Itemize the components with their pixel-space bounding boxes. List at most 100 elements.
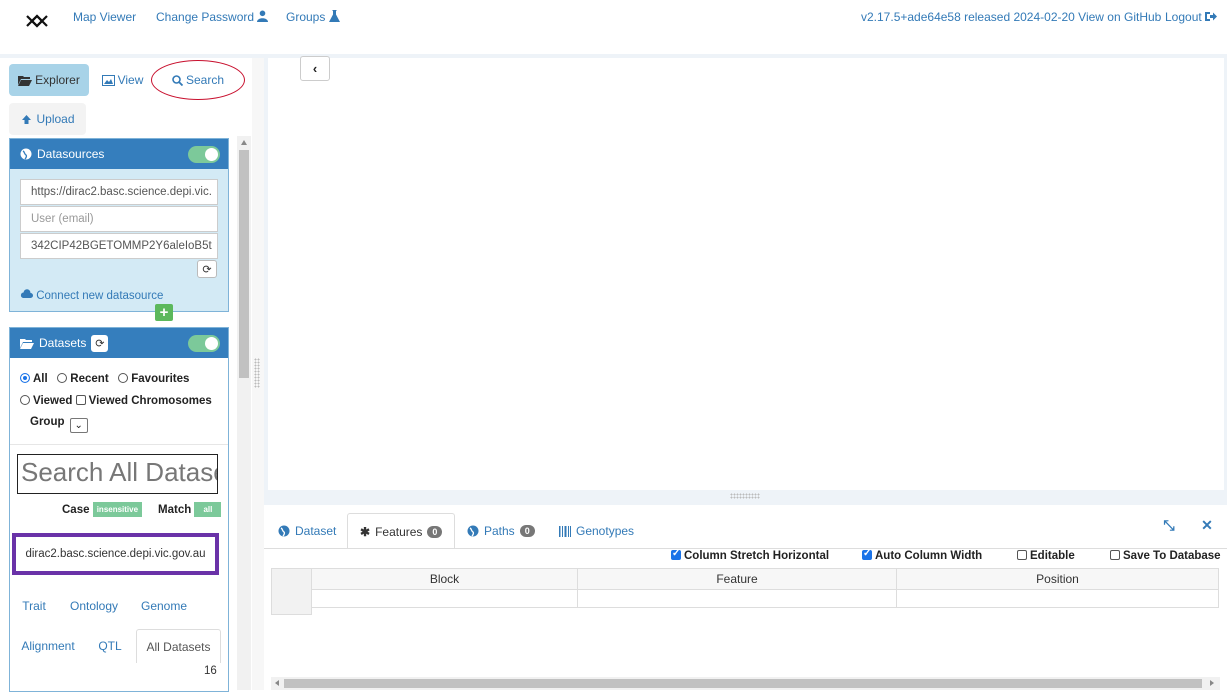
viewed-chromosomes-checkbox[interactable]: [75, 395, 86, 405]
left-panel: Explorer View Search Upload Datasources …: [0, 58, 252, 692]
scroll-right-arrow-icon[interactable]: [1210, 680, 1214, 686]
filter-recent-label: Recent: [70, 373, 109, 385]
datasource-user-field[interactable]: User (email): [20, 206, 218, 232]
column-header-feature[interactable]: Feature: [578, 568, 897, 590]
tab-view-label: View: [117, 73, 144, 87]
add-datasource-button[interactable]: +: [155, 304, 173, 321]
column-stretch-label: Column Stretch Horizontal: [684, 550, 830, 562]
nav-groups[interactable]: Groups: [286, 10, 340, 24]
scroll-left-arrow-icon[interactable]: [275, 680, 279, 686]
datasets-refresh-button[interactable]: ⟳: [91, 334, 109, 352]
filter-all-radio[interactable]: [20, 373, 30, 383]
subtab-all-datasets[interactable]: All Datasets: [136, 629, 221, 663]
option-auto-width: Auto Column Width: [862, 548, 982, 562]
nav-change-password[interactable]: Change Password: [156, 10, 269, 24]
left-splitter[interactable]: [252, 58, 264, 690]
user-icon: [257, 10, 269, 22]
nav-logout[interactable]: Logout: [1165, 10, 1218, 24]
globe-icon: [20, 148, 32, 160]
features-count-badge: 0: [427, 525, 443, 538]
datasets-panel: Datasets ⟳ All Recent Favourites Viewed …: [9, 327, 229, 692]
close-icon[interactable]: ✕: [1197, 515, 1217, 535]
tab-view[interactable]: View: [95, 64, 150, 96]
search-highlight-ellipse: [151, 60, 245, 100]
auto-width-checkbox[interactable]: [862, 548, 872, 560]
subtab-ontology[interactable]: Ontology: [65, 589, 123, 623]
group-row: Group ⌄: [30, 416, 88, 433]
version-link[interactable]: v2.17.5+ade64e58 released 2024-02-20 Vie…: [861, 10, 1161, 24]
case-toggle[interactable]: insensitive: [92, 502, 143, 517]
grid-horizontal-scrollbar[interactable]: [271, 677, 1220, 690]
filter-viewed-label: Viewed: [33, 395, 73, 407]
datasources-title: Datasources: [37, 147, 105, 161]
subtab-alignment[interactable]: Alignment: [13, 629, 83, 663]
save-db-checkbox[interactable]: [1110, 550, 1120, 560]
cloud-icon: [20, 289, 33, 298]
tab-paths[interactable]: Paths 0: [455, 513, 547, 549]
column-header-position[interactable]: Position: [897, 568, 1219, 590]
splitter-grip-icon: [254, 358, 260, 388]
tab-features-label: Features: [375, 524, 423, 539]
tab-upload[interactable]: Upload: [9, 103, 86, 135]
filter-all-label: All: [33, 373, 48, 385]
option-column-stretch: Column Stretch Horizontal: [671, 548, 830, 562]
nav-map-viewer[interactable]: Map Viewer: [73, 10, 136, 24]
filter-favourites-radio[interactable]: [118, 373, 129, 383]
tab-explorer[interactable]: Explorer: [9, 64, 89, 96]
column-stretch-checkbox[interactable]: [671, 548, 681, 560]
top-navbar: Map Viewer Change Password Groups v2.17.…: [0, 0, 1227, 36]
logout-icon: [1205, 12, 1218, 21]
collapse-left-panel-button[interactable]: ‹: [300, 56, 330, 81]
save-db-label: Save To Database: [1123, 550, 1221, 562]
datasource-refresh-button[interactable]: ⟳: [197, 260, 217, 278]
datasource-token-field[interactable]: 342CIP42BGETOMMP2Y6aleIoB5t: [20, 233, 218, 259]
datasource-url-field[interactable]: https://dirac2.basc.science.depi.vic.: [20, 179, 218, 205]
subtab-qtl[interactable]: QTL: [90, 629, 130, 663]
resize-panel-icon[interactable]: ⤡: [1159, 515, 1179, 535]
match-toggle[interactable]: all: [194, 502, 222, 517]
map-canvas[interactable]: [268, 58, 1224, 490]
subtab-genome[interactable]: Genome: [135, 589, 193, 623]
filter-recent-radio[interactable]: [57, 373, 68, 383]
datasets-toggle[interactable]: [188, 335, 220, 352]
tab-dataset-label: Dataset: [295, 524, 337, 538]
editable-checkbox[interactable]: [1017, 550, 1027, 560]
group-select[interactable]: ⌄: [69, 418, 88, 433]
scroll-up-arrow-icon[interactable]: [241, 140, 247, 145]
column-header-block[interactable]: Block: [312, 568, 578, 590]
datasources-header: Datasources: [10, 139, 228, 169]
connect-datasource-link[interactable]: Connect new datasource: [20, 289, 163, 302]
refresh-icon: ⟳: [202, 263, 212, 276]
datasources-panel: Datasources https://dirac2.basc.science.…: [9, 138, 229, 321]
filter-viewed-radio[interactable]: [20, 395, 30, 405]
groups-label: Groups: [286, 10, 326, 24]
left-scrollbar[interactable]: [237, 136, 251, 690]
tab-features[interactable]: ✱ Features 0: [347, 513, 456, 549]
tab-dataset[interactable]: Dataset: [266, 513, 348, 549]
subtab-trait[interactable]: Trait: [13, 589, 55, 623]
datasets-header: Datasets ⟳: [10, 328, 228, 358]
grid-cell[interactable]: [312, 590, 578, 608]
folder-open-icon: [18, 75, 33, 86]
datasources-toggle[interactable]: [188, 146, 220, 163]
flask-icon: [328, 10, 340, 22]
server-tab-highlighted[interactable]: dirac2.basc.science.depi.vic.gov.au: [12, 533, 219, 575]
grid-cell[interactable]: [578, 590, 897, 608]
horizontal-splitter-grip-icon[interactable]: [730, 493, 760, 499]
left-scrollbar-thumb[interactable]: [239, 150, 249, 378]
match-label: Match: [158, 504, 192, 516]
group-label: Group: [30, 416, 65, 428]
datasets-title: Datasets: [39, 336, 87, 350]
tab-upload-label: Upload: [36, 112, 75, 126]
cloud-upload-icon: [22, 114, 32, 124]
grid-scrollbar-thumb[interactable]: [284, 679, 1202, 688]
app-logo-icon[interactable]: [24, 10, 50, 32]
tab-genotypes[interactable]: Genotypes: [547, 513, 646, 549]
dataset-search-input[interactable]: Search All Datasets: [17, 454, 218, 494]
option-save-db: Save To Database: [1110, 550, 1221, 562]
grid-cell[interactable]: [897, 590, 1219, 608]
barcode-icon: [559, 525, 571, 537]
grid-corner: [271, 568, 312, 615]
editable-label: Editable: [1030, 550, 1075, 562]
logout-label: Logout: [1165, 10, 1202, 24]
